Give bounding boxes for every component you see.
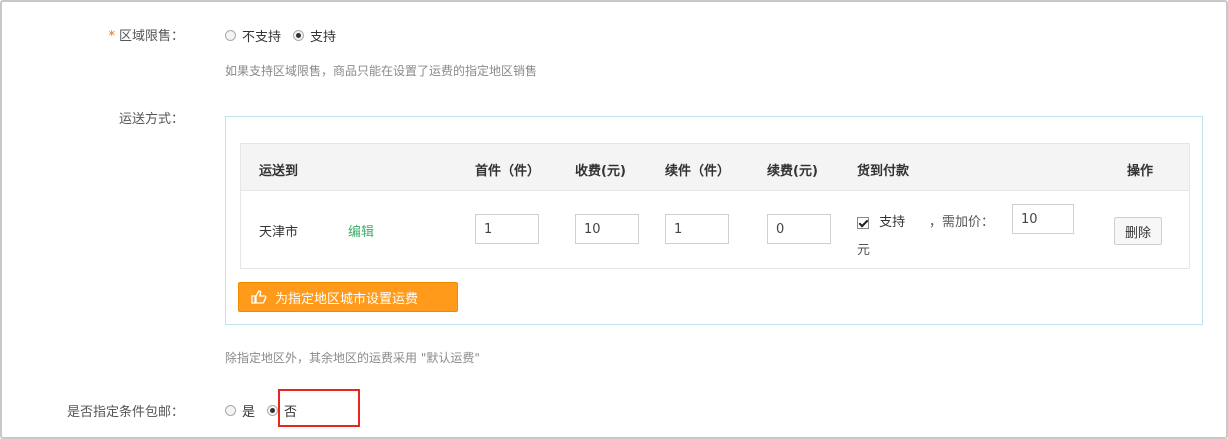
highlight-box bbox=[278, 389, 360, 427]
extra-qty-input[interactable] bbox=[665, 214, 729, 244]
extra-fee-input[interactable] bbox=[767, 214, 831, 244]
delete-button[interactable]: 删除 bbox=[1114, 217, 1163, 245]
region-limit-radio-group: 不支持 支持 bbox=[225, 26, 348, 45]
default-fee-note: 除指定地区外，其余地区的运费采用 "默认运费" bbox=[225, 351, 480, 365]
col-extra-fee: 续费(元) bbox=[767, 164, 818, 179]
edit-link[interactable]: 编辑 bbox=[348, 221, 374, 240]
region-limit-label: * 区域限售： bbox=[24, 25, 184, 44]
radio-not-support[interactable] bbox=[225, 30, 236, 41]
surcharge-label: ，需加价： bbox=[929, 215, 995, 230]
first-fee-input[interactable] bbox=[575, 214, 639, 244]
shipping-table: 运送到 首件（件） 收费(元) 续件（件） 续费(元) 货到付款 操作 天津市 … bbox=[240, 143, 1190, 269]
thumb-pointer-icon bbox=[251, 290, 267, 304]
col-first-fee: 收费(元) bbox=[575, 164, 626, 179]
region-limit-hint: 如果支持区域限售，商品只能在设置了运费的指定地区销售 bbox=[225, 64, 538, 78]
radio-not-support-label[interactable]: 不支持 bbox=[242, 26, 281, 45]
radio-yes[interactable] bbox=[225, 405, 236, 416]
set-region-fee-label: 为指定地区城市设置运费 bbox=[275, 291, 419, 307]
col-first-qty: 首件（件） bbox=[475, 164, 541, 179]
col-destination: 运送到 bbox=[259, 164, 299, 179]
cod-support-label: 支持 bbox=[879, 215, 906, 230]
shipping-table-header: 运送到 首件（件） 收费(元) 续件（件） 续费(元) 货到付款 操作 bbox=[241, 144, 1189, 191]
col-extra-qty: 续件（件） bbox=[665, 164, 731, 179]
free-shipping-label: 是否指定条件包邮： bbox=[66, 405, 184, 420]
cod-checkbox[interactable] bbox=[857, 216, 869, 229]
radio-no[interactable] bbox=[267, 405, 279, 416]
radio-support-label[interactable]: 支持 bbox=[310, 26, 336, 45]
radio-yes-label[interactable]: 是 bbox=[242, 401, 255, 420]
region-limit-label-text: 区域限售： bbox=[118, 29, 184, 44]
surcharge-unit: 元 bbox=[857, 243, 871, 258]
set-region-fee-button[interactable]: 为指定地区城市设置运费 bbox=[238, 282, 458, 312]
col-actions: 操作 bbox=[1127, 164, 1154, 179]
first-qty-input[interactable] bbox=[475, 214, 539, 244]
surcharge-input[interactable] bbox=[1012, 204, 1074, 234]
shipping-method-label: 运送方式： bbox=[118, 112, 184, 127]
required-mark: * bbox=[108, 29, 115, 44]
col-cod: 货到付款 bbox=[857, 164, 910, 179]
row-destination: 天津市 bbox=[259, 225, 299, 240]
cod-cell: 支持 bbox=[857, 211, 905, 230]
radio-support[interactable] bbox=[293, 30, 305, 41]
